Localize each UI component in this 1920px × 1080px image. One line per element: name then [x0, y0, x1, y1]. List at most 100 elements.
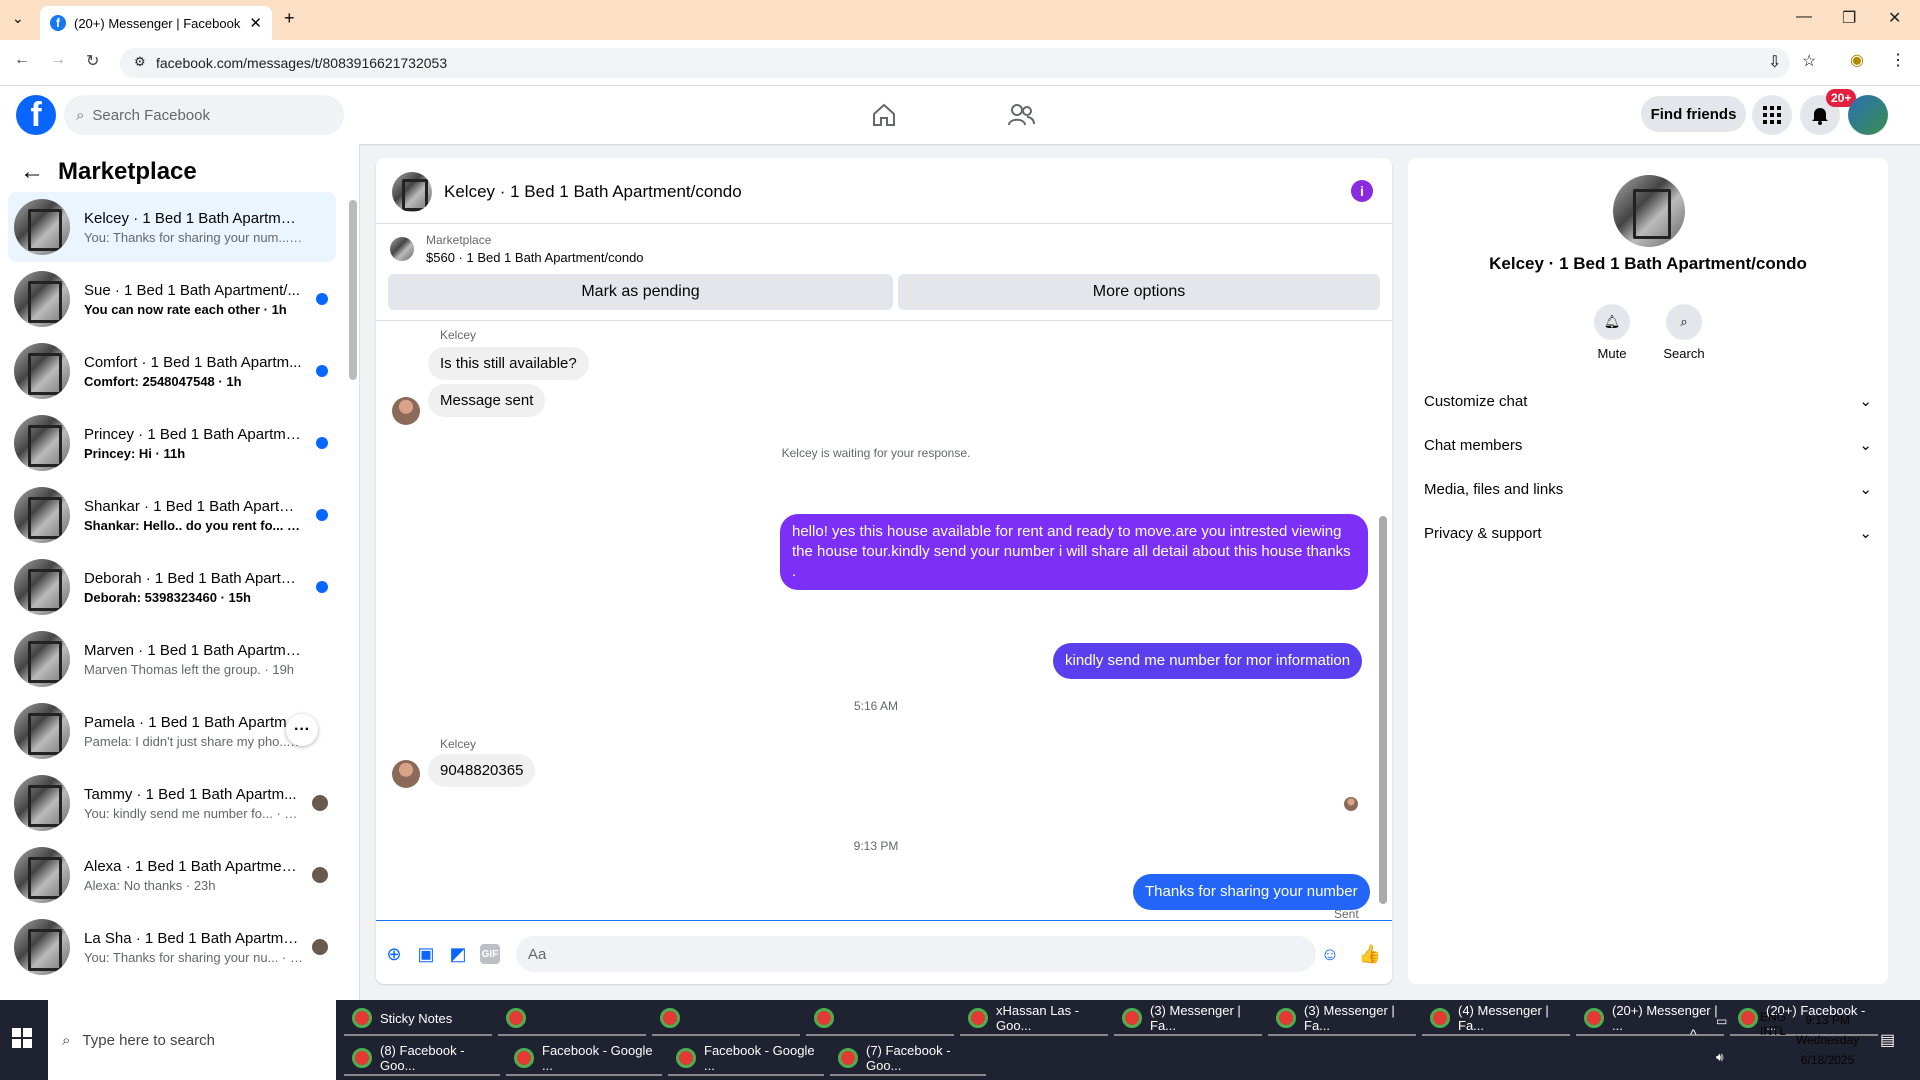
more-options-button[interactable]: More options	[898, 274, 1380, 310]
menu-grid-icon[interactable]	[1752, 95, 1792, 135]
taskbar-app-button[interactable]: (3) Messenger | Fa...	[1268, 1002, 1416, 1036]
conversation-options-icon[interactable]: ···	[286, 714, 318, 746]
taskbar-clock[interactable]: 9:13 PM Wednesday 6/18/2025	[1796, 1010, 1859, 1070]
privacy-support-item[interactable]: Privacy & support ⌄	[1424, 524, 1872, 543]
conversation-item[interactable]: Sue · 1 Bed 1 Bath Apartment/... You can …	[8, 264, 336, 334]
marketplace-listing-info[interactable]: Marketplace $560 · 1 Bed 1 Bath Apartmen…	[390, 233, 644, 265]
conversation-preview: Shankar: Hello.. do you rent fo... · 14h	[84, 517, 304, 533]
outgoing-message[interactable]: hello! yes this house available for rent…	[780, 514, 1368, 590]
taskbar-app-button[interactable]	[652, 1002, 800, 1036]
app-icon	[968, 1008, 988, 1028]
media-files-links-item[interactable]: Media, files and links ⌄	[1424, 480, 1872, 499]
minimize-icon[interactable]: —	[1796, 8, 1812, 26]
conversation-item[interactable]: Deborah · 1 Bed 1 Bath Apartm... Deborah:…	[8, 552, 336, 622]
network-icon[interactable]: ▭	[1716, 1014, 1727, 1028]
divider	[376, 223, 1392, 224]
taskbar-app-button[interactable]: (8) Facebook - Goo...	[344, 1042, 500, 1076]
browser-tab[interactable]: f (20+) Messenger | Facebook ✕	[40, 6, 272, 40]
thumbs-up-icon[interactable]: 👍	[1359, 944, 1381, 964]
lang-layout: INTL	[1760, 1024, 1787, 1038]
conversation-item[interactable]: Alexa · 1 Bed 1 Bath Apartment/... Alexa:…	[8, 840, 336, 910]
forward-icon[interactable]: →	[50, 51, 66, 69]
facebook-logo-icon[interactable]: f	[16, 95, 56, 135]
conversation-name: Comfort · 1 Bed 1 Bath Apartm...	[84, 353, 302, 371]
volume-icon[interactable]: 🔊︎	[1716, 1050, 1724, 1065]
app-icon	[514, 1048, 534, 1068]
outgoing-message[interactable]: kindly send me number for mor informatio…	[1053, 643, 1363, 679]
browser-menu-icon[interactable]: ⋮	[1890, 50, 1906, 70]
chat-avatar	[392, 172, 432, 212]
emoji-icon[interactable]: ☺	[1320, 944, 1340, 964]
profile-icon[interactable]: ◉	[1850, 50, 1864, 70]
app-label: (3) Messenger | Fa...	[1150, 1003, 1241, 1033]
conversation-name: Shankar · 1 Bed 1 Bath Apartm...	[84, 497, 304, 515]
taskbar-app-button[interactable]: Facebook - Google ...	[668, 1042, 824, 1076]
chat-header[interactable]: Kelcey · 1 Bed 1 Bath Apartment/condo	[392, 172, 742, 212]
taskbar-app-button[interactable]: xHassan Las - Goo...	[960, 1002, 1108, 1036]
app-label: (4) Messenger | Fa...	[1458, 1003, 1549, 1033]
incoming-message[interactable]: 9048820365	[428, 754, 536, 787]
url-field[interactable]: ⚙ facebook.com/messages/t/80839166217320…	[120, 48, 1790, 78]
add-plus-icon[interactable]: ⊕	[384, 944, 404, 964]
facebook-search-input[interactable]: ⌕ Search Facebook	[64, 95, 344, 135]
site-info-icon[interactable]: ⚙	[134, 54, 146, 70]
search-conversation-button[interactable]: ⌕ Search	[1648, 304, 1720, 361]
customize-chat-item[interactable]: Customize chat ⌄	[1424, 392, 1872, 411]
back-arrow-icon[interactable]: ←	[20, 158, 44, 186]
photo-icon[interactable]: ▣	[416, 944, 436, 964]
conversation-list-scrollbar[interactable]	[349, 200, 357, 380]
seen-avatar	[312, 867, 328, 883]
taskbar-app-button[interactable]: (3) Messenger | Fa...	[1114, 1002, 1262, 1036]
conversation-thumbnail	[14, 775, 70, 831]
sender-avatar	[392, 760, 420, 788]
language-indicator[interactable]: ENG INTL	[1760, 1010, 1786, 1038]
taskbar-app-button[interactable]	[498, 1002, 646, 1036]
conversation-item[interactable]: Shankar · 1 Bed 1 Bath Apartm... Shankar:…	[8, 480, 336, 550]
chat-members-item[interactable]: Chat members ⌄	[1424, 436, 1872, 455]
account-avatar[interactable]	[1848, 95, 1888, 135]
listing-title: $560 · 1 Bed 1 Bath Apartment/condo	[426, 250, 644, 265]
conversation-item[interactable]: Marven · 1 Bed 1 Bath Apartmen... Marven …	[8, 624, 336, 694]
taskbar-app-button[interactable]: Sticky Notes	[344, 1002, 492, 1036]
find-friends-button[interactable]: Find friends	[1641, 96, 1746, 132]
home-icon[interactable]	[864, 100, 904, 130]
close-window-icon[interactable]: ✕	[1888, 8, 1901, 28]
tab-list-icon[interactable]: ⌄	[12, 10, 24, 27]
app-icon	[352, 1048, 372, 1068]
message-input[interactable]: Aa	[516, 936, 1316, 972]
sticker-icon[interactable]: ◩	[448, 944, 468, 964]
taskbar-app-button[interactable]: Facebook - Google ...	[506, 1042, 662, 1076]
reload-icon[interactable]: ↻	[86, 51, 99, 71]
taskbar-app-button[interactable]	[806, 1002, 954, 1036]
taskbar-search-input[interactable]: ⌕ Type here to search	[48, 1000, 336, 1080]
notification-center-icon[interactable]: ▤	[1880, 1030, 1895, 1050]
info-icon[interactable]: i	[1351, 180, 1373, 202]
message-input-placeholder: Aa	[528, 945, 547, 963]
incoming-message[interactable]: Is this still available?	[428, 347, 589, 380]
conversation-item[interactable]: Tammy · 1 Bed 1 Bath Apartm... You: kindl…	[8, 768, 336, 838]
conversation-item[interactable]: Kelcey · 1 Bed 1 Bath Apartment... You: T…	[8, 192, 336, 262]
chat-scrollbar[interactable]	[1379, 516, 1387, 904]
taskbar-app-button[interactable]: (7) Facebook - Goo...	[830, 1042, 986, 1076]
taskbar-app-button[interactable]: (4) Messenger | Fa...	[1422, 1002, 1570, 1036]
conversation-item[interactable]: Comfort · 1 Bed 1 Bath Apartm... Comfort:…	[8, 336, 336, 406]
install-icon[interactable]: ⇩	[1768, 52, 1781, 72]
conversation-item[interactable]: Princey · 1 Bed 1 Bath Apartme... Princey…	[8, 408, 336, 478]
new-tab-icon[interactable]: +	[284, 8, 295, 29]
incoming-message[interactable]: Message sent	[428, 384, 546, 417]
tray-chevron-icon[interactable]: ^	[1690, 1026, 1697, 1042]
back-icon[interactable]: ←	[14, 51, 30, 69]
mute-button[interactable]: 🔔︎ Mute	[1576, 304, 1648, 361]
app-label: xHassan Las - Goo...	[996, 1003, 1080, 1033]
app-icon	[1122, 1008, 1142, 1028]
bookmark-star-icon[interactable]: ☆	[1802, 51, 1816, 71]
mark-as-pending-button[interactable]: Mark as pending	[388, 274, 893, 310]
gif-icon[interactable]: GIF	[480, 944, 500, 964]
windows-start-icon[interactable]	[12, 1028, 32, 1053]
conversation-item[interactable]: La Sha · 1 Bed 1 Bath Apartme... You: Tha…	[8, 912, 336, 982]
restore-icon[interactable]: ❐	[1842, 8, 1856, 28]
friends-icon[interactable]	[1001, 100, 1041, 130]
taskbar-app-button[interactable]: (20+) Messenger | ...	[1576, 1002, 1724, 1036]
outgoing-message[interactable]: Thanks for sharing your number	[1133, 874, 1370, 910]
close-tab-icon[interactable]: ✕	[249, 14, 262, 32]
